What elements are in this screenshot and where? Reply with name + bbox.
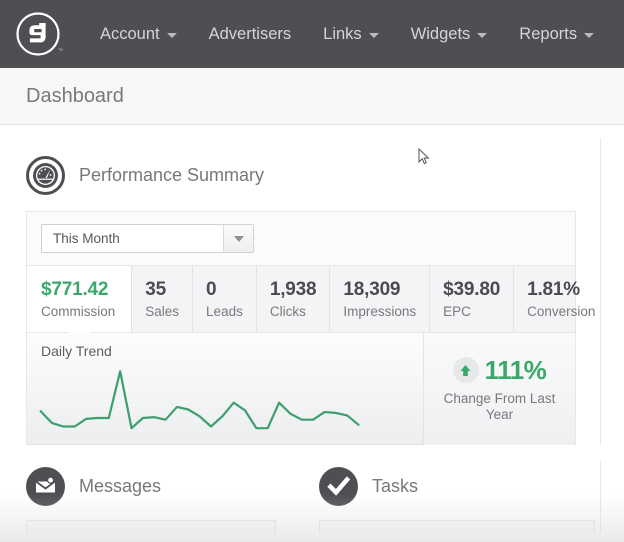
stat-impressions-label: Impressions xyxy=(343,303,417,319)
stat-commission-value: $771.42 xyxy=(41,279,109,300)
filter-row: This Month xyxy=(27,212,575,265)
change-value-row: 111% xyxy=(452,354,547,386)
date-range-value: This Month xyxy=(53,231,120,246)
stat-sales[interactable]: 35 Sales xyxy=(132,266,194,332)
performance-summary-card: Performance Summary This Month $771.42 C… xyxy=(0,138,601,445)
nav-item-advertisers[interactable]: Advertisers xyxy=(193,0,308,68)
gauge-icon xyxy=(26,156,65,195)
stat-clicks-value: 1,938 xyxy=(269,279,317,300)
stat-leads-label: Leads xyxy=(206,303,243,319)
page-title: Dashboard xyxy=(26,84,124,107)
change-from-last-year-box: 111% Change From Last Year xyxy=(423,332,575,445)
trademark-symbol: ™ xyxy=(58,48,63,54)
daily-trend-title: Daily Trend xyxy=(41,342,112,359)
nav-item-mail[interactable]: Mail xyxy=(610,0,624,68)
change-caption: Change From Last Year xyxy=(443,390,556,422)
stat-clicks[interactable]: 1,938 Clicks xyxy=(257,266,331,332)
stat-epc-label: EPC xyxy=(443,303,471,319)
change-percent: 111% xyxy=(484,354,547,385)
page-header: Dashboard xyxy=(0,68,624,125)
main-content: Performance Summary This Month $771.42 C… xyxy=(0,125,624,542)
messages-title: Messages xyxy=(79,476,162,496)
tasks-header: Tasks xyxy=(319,461,600,520)
check-circle-icon xyxy=(319,467,358,506)
nav-item-widgets-label: Widgets xyxy=(410,24,471,43)
nav-item-links[interactable]: Links xyxy=(307,0,395,68)
top-navigation-bar: ™ Account Advertisers Links Widgets Repo… xyxy=(0,0,624,68)
stat-impressions-value: 18,309 xyxy=(343,279,401,300)
date-range-select[interactable]: This Month xyxy=(41,224,254,253)
performance-summary-title: Performance Summary xyxy=(79,165,265,185)
stat-commission-label: Commission xyxy=(41,303,116,319)
daily-trend-section: Daily Trend 111% Change From Last Year xyxy=(27,332,575,445)
arrow-up-icon xyxy=(452,357,479,384)
chevron-down-icon xyxy=(477,33,488,38)
stat-conversion-label: Conversion xyxy=(527,303,596,319)
tasks-list-container xyxy=(319,520,595,534)
cj-logo[interactable]: ™ xyxy=(14,10,63,58)
chevron-down-icon xyxy=(368,33,379,38)
performance-panel: This Month $771.42 Commission 35 Sales 0 xyxy=(26,211,595,445)
stat-commission[interactable]: $771.42 Commission xyxy=(27,266,133,332)
stat-clicks-label: Clicks xyxy=(269,303,306,319)
tasks-title: Tasks xyxy=(372,476,419,496)
nav-item-advertisers-label: Advertisers xyxy=(208,24,292,43)
messages-panel: Messages xyxy=(0,461,300,534)
stat-epc-value: $39.80 xyxy=(443,279,501,300)
nav-item-reports[interactable]: Reports xyxy=(503,0,610,68)
stats-row: $771.42 Commission 35 Sales 0 Leads 1,93… xyxy=(27,265,595,333)
envelope-icon xyxy=(26,467,65,506)
chevron-down-icon[interactable] xyxy=(223,225,253,252)
stat-sales-value: 35 xyxy=(145,279,166,300)
messages-list-container xyxy=(26,520,276,534)
main-menu: Account Advertisers Links Widgets Report… xyxy=(84,0,624,68)
chevron-down-icon xyxy=(584,33,595,38)
nav-item-reports-label: Reports xyxy=(519,24,578,43)
stat-epc[interactable]: $39.80 EPC xyxy=(430,266,515,332)
nav-item-widgets[interactable]: Widgets xyxy=(395,0,504,68)
tasks-panel: Tasks xyxy=(300,461,600,534)
stat-leads-value: 0 xyxy=(206,279,217,300)
stat-sales-label: Sales xyxy=(145,303,180,319)
messages-header: Messages xyxy=(26,461,300,520)
stat-conversion-value: 1.81% xyxy=(527,279,580,300)
chevron-down-icon xyxy=(166,33,177,38)
nav-item-account[interactable]: Account xyxy=(84,0,193,68)
bottom-panels-row: Messages Tasks xyxy=(0,461,601,534)
stat-leads[interactable]: 0 Leads xyxy=(193,266,257,332)
stat-conversion[interactable]: 1.81% Conversion xyxy=(514,266,608,332)
cj-logo-icon xyxy=(16,12,60,56)
performance-summary-header: Performance Summary xyxy=(0,138,600,211)
stat-impressions[interactable]: 18,309 Impressions xyxy=(330,266,431,332)
nav-item-links-label: Links xyxy=(323,24,362,43)
nav-item-account-label: Account xyxy=(100,24,160,43)
